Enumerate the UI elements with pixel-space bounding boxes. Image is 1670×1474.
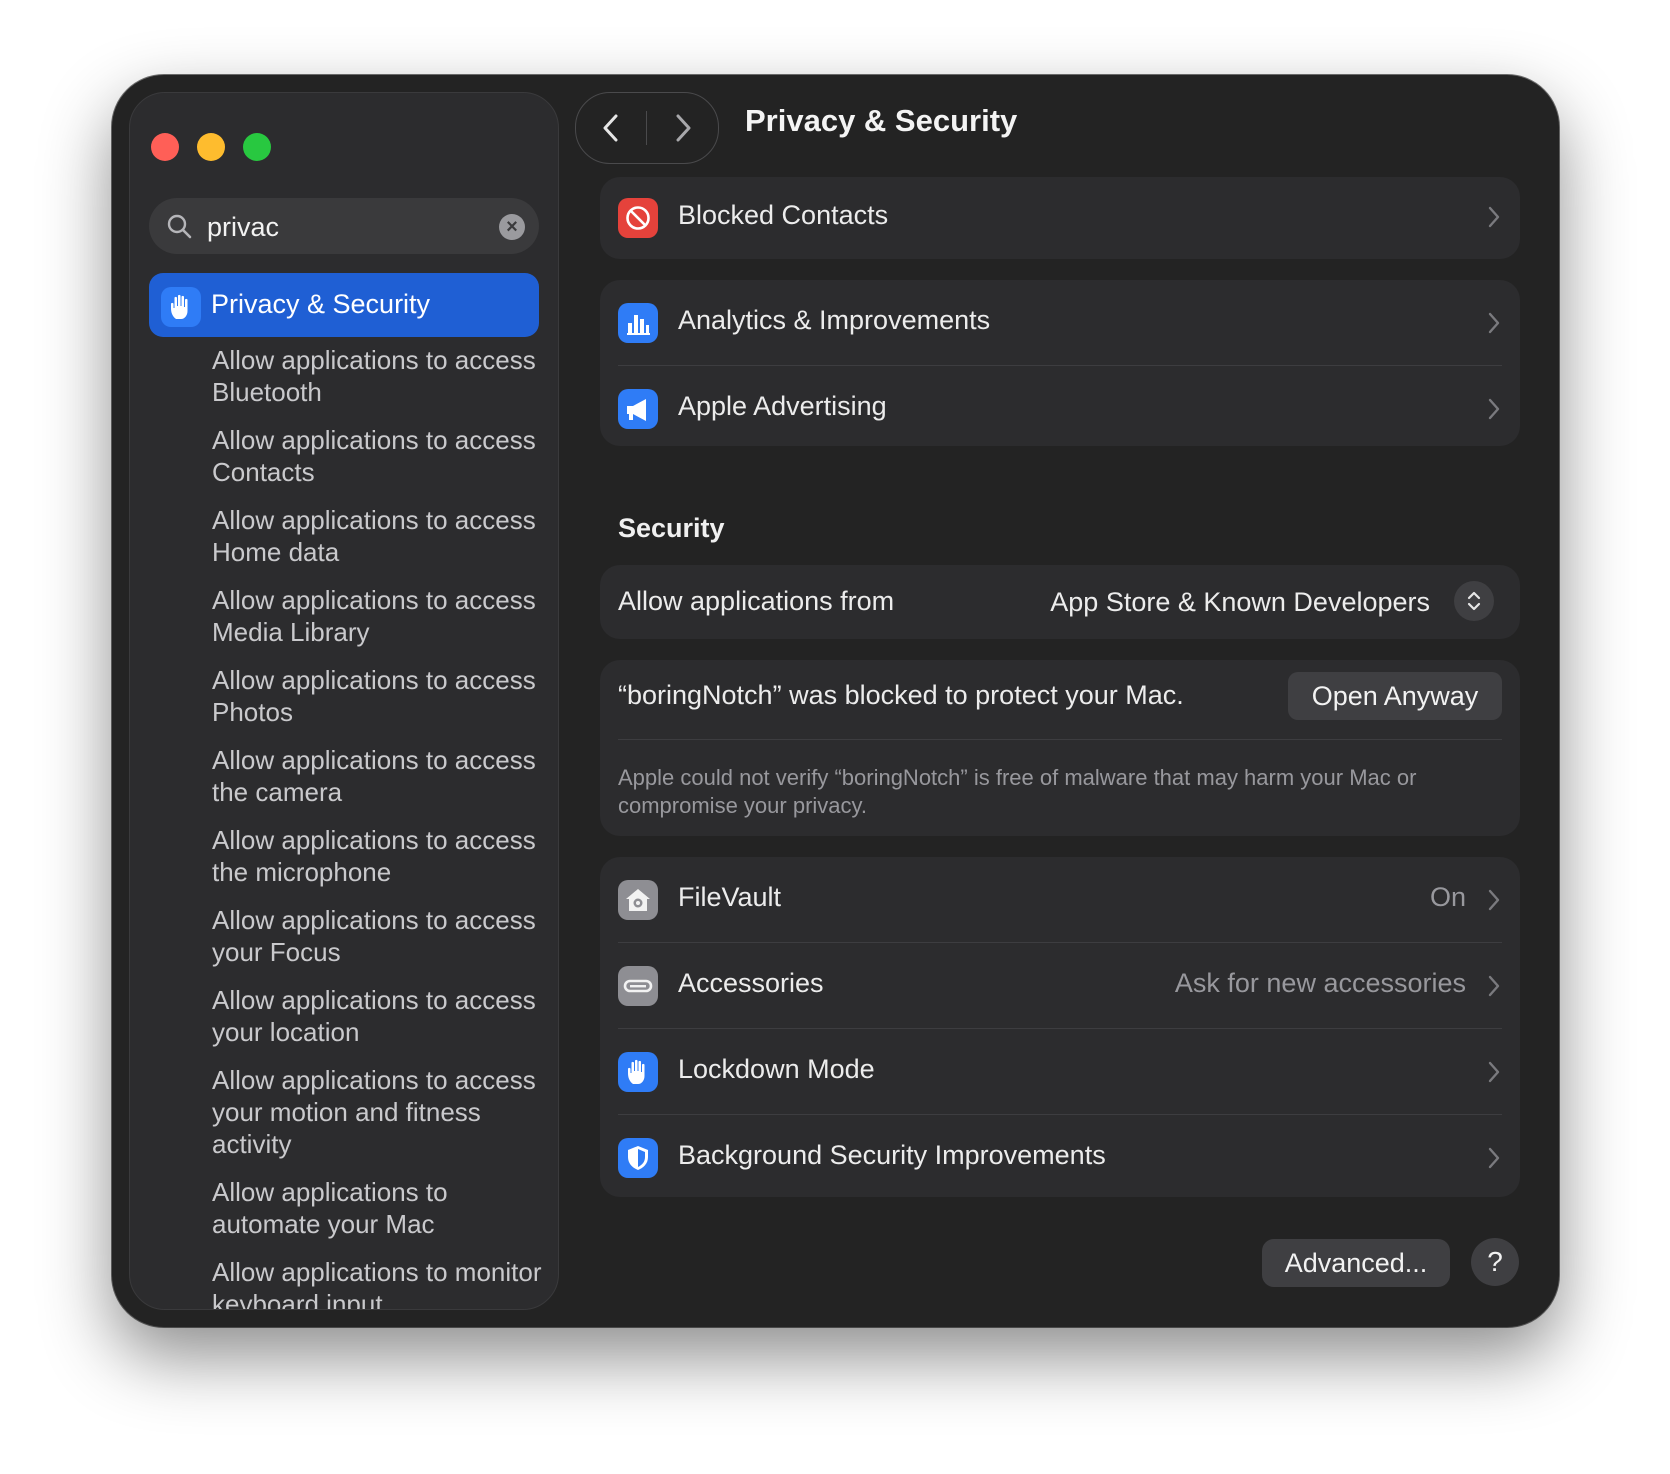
chevron-right-icon [1488, 975, 1500, 997]
chevron-right-icon [1488, 398, 1500, 420]
allow-applications-label: Allow applications from [618, 586, 895, 616]
allow-applications-card: Allow applications from App Store & Know… [600, 565, 1520, 639]
page-title: Privacy & Security [745, 103, 1018, 138]
blocked-contacts-row[interactable]: Blocked Contacts [600, 177, 1520, 259]
sidebar-item-motion-fitness[interactable]: Allow applications to access your motion… [212, 1064, 542, 1160]
filevault-house-icon [618, 880, 658, 920]
blocked-app-note: Apple could not verify “boringNotch” is … [618, 765, 1417, 818]
search-icon [167, 214, 192, 239]
sidebar-item-automation[interactable]: Allow applications to automate your Mac [212, 1176, 542, 1240]
sidebar-item-input-monitoring[interactable]: Allow applications to monitor keyboard i… [212, 1256, 542, 1309]
sidebar: × Privacy & Security Allow applications … [129, 92, 559, 1310]
advanced-button[interactable]: Advanced... [1262, 1239, 1450, 1287]
settings-window: × Privacy & Security Allow applications … [112, 75, 1559, 1327]
row-label: Accessories [678, 968, 824, 998]
filevault-row[interactable]: FileVault On [600, 857, 1520, 943]
sidebar-results-list: Allow applications to access Bluetooth A… [212, 344, 542, 1309]
blocked-app-message: “boringNotch” was blocked to protect you… [618, 680, 1184, 710]
chevron-right-icon [1488, 312, 1500, 334]
blocked-icon [618, 198, 658, 238]
advertising-row[interactable]: Apple Advertising [600, 366, 1520, 452]
hand-raised-icon [618, 1052, 658, 1092]
sidebar-item-bluetooth[interactable]: Allow applications to access Bluetooth [212, 344, 542, 408]
sidebar-item-photos[interactable]: Allow applications to access Photos [212, 664, 542, 728]
open-anyway-button[interactable]: Open Anyway [1288, 672, 1502, 720]
close-window-button[interactable] [151, 133, 179, 161]
sidebar-item-media-library[interactable]: Allow applications to access Media Libra… [212, 584, 542, 648]
row-divider [618, 739, 1502, 740]
sidebar-item-privacy-security[interactable]: Privacy & Security [149, 273, 539, 337]
row-label: Apple Advertising [678, 391, 887, 421]
forward-button[interactable] [648, 93, 718, 163]
security-section-title: Security [618, 513, 725, 543]
sidebar-item-location[interactable]: Allow applications to access your locati… [212, 984, 542, 1048]
sidebar-item-microphone[interactable]: Allow applications to access the microph… [212, 824, 542, 888]
megaphone-icon [618, 389, 658, 429]
accessories-row[interactable]: Accessories Ask for new accessories [600, 943, 1520, 1029]
shield-icon [618, 1138, 658, 1178]
sidebar-item-contacts[interactable]: Allow applications to access Contacts [212, 424, 542, 488]
chevron-left-icon [603, 114, 618, 142]
chevron-right-icon [676, 114, 691, 142]
chevron-right-icon [1488, 889, 1500, 911]
help-button[interactable]: ? [1471, 1238, 1519, 1286]
background-security-row[interactable]: Background Security Improvements [600, 1115, 1520, 1201]
chevron-right-icon [1488, 1061, 1500, 1083]
sidebar-item-home-data[interactable]: Allow applications to access Home data [212, 504, 542, 568]
chevron-right-icon [1488, 206, 1500, 228]
sidebar-item-camera[interactable]: Allow applications to access the camera [212, 744, 542, 808]
row-label: Background Security Improvements [678, 1140, 1106, 1170]
clear-search-icon[interactable]: × [499, 214, 525, 240]
search-input[interactable] [205, 206, 499, 248]
allow-applications-popup[interactable] [1454, 581, 1494, 621]
up-down-chevron-icon [1467, 591, 1481, 611]
analytics-row[interactable]: Analytics & Improvements [600, 280, 1520, 366]
chevron-right-icon [1488, 1147, 1500, 1169]
nav-divider [646, 111, 647, 145]
lockdown-mode-row[interactable]: Lockdown Mode [600, 1029, 1520, 1115]
row-label: FileVault [678, 882, 782, 912]
accessories-setting: Ask for new accessories [1174, 968, 1466, 998]
navigation-buttons [575, 92, 719, 164]
blocked-contacts-card: Blocked Contacts [600, 177, 1520, 259]
back-button[interactable] [576, 93, 646, 163]
usb-connector-icon [618, 966, 658, 1006]
hand-raised-icon [161, 287, 201, 327]
row-label: Blocked Contacts [678, 200, 889, 230]
filevault-status: On [1429, 882, 1466, 912]
analytics-icon [618, 303, 658, 343]
blocked-app-card: “boringNotch” was blocked to protect you… [600, 660, 1520, 836]
row-label: Analytics & Improvements [678, 305, 991, 335]
analytics-advertising-card: Analytics & Improvements Apple Advertisi… [600, 280, 1520, 446]
allow-applications-value[interactable]: App Store & Known Developers [1050, 587, 1430, 618]
zoom-window-button[interactable] [243, 133, 271, 161]
security-options-card: FileVault On Accessories Ask for new acc… [600, 857, 1520, 1197]
sidebar-item-focus[interactable]: Allow applications to access your Focus [212, 904, 542, 968]
minimize-window-button[interactable] [197, 133, 225, 161]
sidebar-item-label: Privacy & Security [211, 289, 431, 319]
row-label: Lockdown Mode [678, 1054, 875, 1084]
search-field[interactable]: × [149, 198, 539, 254]
